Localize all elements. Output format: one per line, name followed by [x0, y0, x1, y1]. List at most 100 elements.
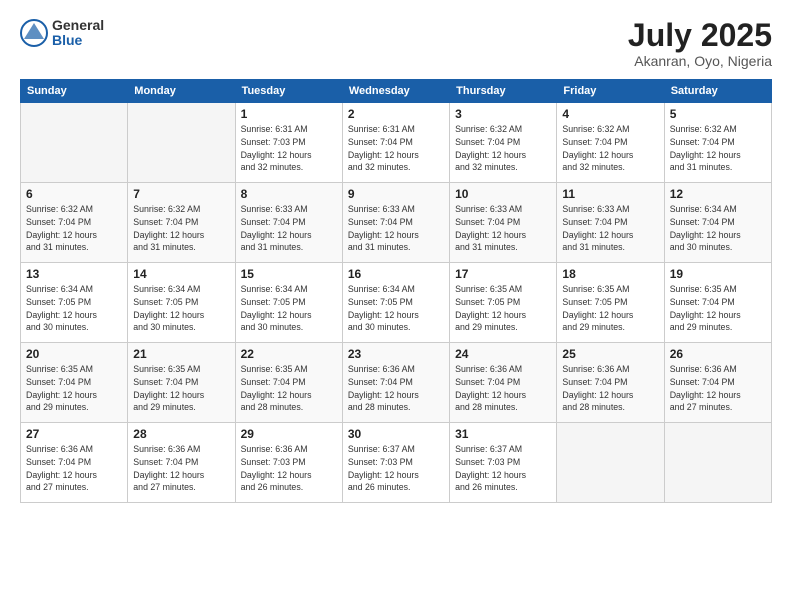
col-wednesday: Wednesday — [342, 80, 449, 103]
day-info: Sunrise: 6:32 AM Sunset: 7:04 PM Dayligh… — [26, 203, 122, 254]
calendar-cell: 8 Sunrise: 6:33 AM Sunset: 7:04 PM Daylig… — [235, 183, 342, 263]
day-number: 16 — [348, 267, 444, 281]
calendar-cell: 10Sunrise: 6:33 AM Sunset: 7:04 PM Dayli… — [450, 183, 557, 263]
day-info: Sunrise: 6:36 AM Sunset: 7:04 PM Dayligh… — [562, 363, 658, 414]
day-number: 8 — [241, 187, 337, 201]
calendar-cell: 11 Sunrise: 6:33 AM Sunset: 7:04 PM Dayli… — [557, 183, 664, 263]
day-info: Sunrise: 6:33 AM Sunset: 7:04 PM Dayligh… — [562, 203, 658, 254]
day-info: Sunrise: 6:32 AM Sunset: 7:04 PM Dayligh… — [455, 123, 551, 174]
day-number: 17 — [455, 267, 551, 281]
day-info: Sunrise: 6:36 AM Sunset: 7:04 PM Dayligh… — [455, 363, 551, 414]
day-info: Sunrise: 6:34 AM Sunset: 7:05 PM Dayligh… — [241, 283, 337, 334]
day-info: Sunrise: 6:36 AM Sunset: 7:03 PM Dayligh… — [241, 443, 337, 494]
day-info: Sunrise: 6:35 AM Sunset: 7:04 PM Dayligh… — [241, 363, 337, 414]
col-friday: Friday — [557, 80, 664, 103]
day-info: Sunrise: 6:35 AM Sunset: 7:04 PM Dayligh… — [670, 283, 766, 334]
calendar-cell — [664, 423, 771, 503]
day-info: Sunrise: 6:36 AM Sunset: 7:04 PM Dayligh… — [26, 443, 122, 494]
day-number: 3 — [455, 107, 551, 121]
calendar-cell: 5Sunrise: 6:32 AM Sunset: 7:04 PM Daylig… — [664, 103, 771, 183]
calendar-week-row: 20 Sunrise: 6:35 AM Sunset: 7:04 PM Dayli… — [21, 343, 772, 423]
day-number: 20 — [26, 347, 122, 361]
header: General Blue July 2025 Akanran, Oyo, Nig… — [20, 18, 772, 69]
logo-blue-label: Blue — [52, 33, 104, 48]
day-info: Sunrise: 6:34 AM Sunset: 7:05 PM Dayligh… — [348, 283, 444, 334]
calendar-cell: 13Sunrise: 6:34 AM Sunset: 7:05 PM Dayli… — [21, 263, 128, 343]
day-number: 30 — [348, 427, 444, 441]
col-monday: Monday — [128, 80, 235, 103]
col-thursday: Thursday — [450, 80, 557, 103]
day-number: 6 — [26, 187, 122, 201]
day-info: Sunrise: 6:34 AM Sunset: 7:05 PM Dayligh… — [133, 283, 229, 334]
day-info: Sunrise: 6:35 AM Sunset: 7:04 PM Dayligh… — [26, 363, 122, 414]
calendar-cell: 17 Sunrise: 6:35 AM Sunset: 7:05 PM Dayli… — [450, 263, 557, 343]
calendar-week-row: 6 Sunrise: 6:32 AM Sunset: 7:04 PM Daylig… — [21, 183, 772, 263]
page: General Blue July 2025 Akanran, Oyo, Nig… — [0, 0, 792, 612]
day-number: 14 — [133, 267, 229, 281]
day-info: Sunrise: 6:35 AM Sunset: 7:04 PM Dayligh… — [133, 363, 229, 414]
day-number: 12 — [670, 187, 766, 201]
day-info: Sunrise: 6:32 AM Sunset: 7:04 PM Dayligh… — [562, 123, 658, 174]
calendar-cell: 25 Sunrise: 6:36 AM Sunset: 7:04 PM Dayli… — [557, 343, 664, 423]
calendar-week-row: 1Sunrise: 6:31 AM Sunset: 7:03 PM Daylig… — [21, 103, 772, 183]
calendar-cell: 6 Sunrise: 6:32 AM Sunset: 7:04 PM Daylig… — [21, 183, 128, 263]
calendar-cell: 30Sunrise: 6:37 AM Sunset: 7:03 PM Dayli… — [342, 423, 449, 503]
day-info: Sunrise: 6:37 AM Sunset: 7:03 PM Dayligh… — [455, 443, 551, 494]
day-info: Sunrise: 6:32 AM Sunset: 7:04 PM Dayligh… — [670, 123, 766, 174]
logo-text: General Blue — [52, 18, 104, 49]
day-number: 13 — [26, 267, 122, 281]
logo: General Blue — [20, 18, 104, 49]
day-info: Sunrise: 6:32 AM Sunset: 7:04 PM Dayligh… — [133, 203, 229, 254]
day-number: 28 — [133, 427, 229, 441]
logo-general-label: General — [52, 18, 104, 33]
col-sunday: Sunday — [21, 80, 128, 103]
calendar-cell: 28 Sunrise: 6:36 AM Sunset: 7:04 PM Dayli… — [128, 423, 235, 503]
calendar-cell: 19Sunrise: 6:35 AM Sunset: 7:04 PM Dayli… — [664, 263, 771, 343]
day-info: Sunrise: 6:36 AM Sunset: 7:04 PM Dayligh… — [133, 443, 229, 494]
calendar-cell — [21, 103, 128, 183]
day-number: 4 — [562, 107, 658, 121]
day-number: 11 — [562, 187, 658, 201]
day-info: Sunrise: 6:36 AM Sunset: 7:04 PM Dayligh… — [348, 363, 444, 414]
calendar-cell: 20 Sunrise: 6:35 AM Sunset: 7:04 PM Dayli… — [21, 343, 128, 423]
day-info: Sunrise: 6:33 AM Sunset: 7:04 PM Dayligh… — [241, 203, 337, 254]
logo-icon — [20, 19, 48, 47]
day-number: 27 — [26, 427, 122, 441]
calendar-cell: 4 Sunrise: 6:32 AM Sunset: 7:04 PM Daylig… — [557, 103, 664, 183]
calendar-cell: 31Sunrise: 6:37 AM Sunset: 7:03 PM Dayli… — [450, 423, 557, 503]
calendar-cell: 27 Sunrise: 6:36 AM Sunset: 7:04 PM Dayli… — [21, 423, 128, 503]
calendar-cell: 26 Sunrise: 6:36 AM Sunset: 7:04 PM Dayli… — [664, 343, 771, 423]
calendar-cell: 21 Sunrise: 6:35 AM Sunset: 7:04 PM Dayli… — [128, 343, 235, 423]
title-block: July 2025 Akanran, Oyo, Nigeria — [628, 18, 772, 69]
day-number: 2 — [348, 107, 444, 121]
day-number: 7 — [133, 187, 229, 201]
calendar-cell: 23 Sunrise: 6:36 AM Sunset: 7:04 PM Dayli… — [342, 343, 449, 423]
day-number: 22 — [241, 347, 337, 361]
calendar-cell: 16 Sunrise: 6:34 AM Sunset: 7:05 PM Dayli… — [342, 263, 449, 343]
day-number: 21 — [133, 347, 229, 361]
day-number: 23 — [348, 347, 444, 361]
day-info: Sunrise: 6:33 AM Sunset: 7:04 PM Dayligh… — [455, 203, 551, 254]
day-info: Sunrise: 6:35 AM Sunset: 7:05 PM Dayligh… — [562, 283, 658, 334]
day-number: 25 — [562, 347, 658, 361]
day-number: 26 — [670, 347, 766, 361]
calendar-cell: 15 Sunrise: 6:34 AM Sunset: 7:05 PM Dayli… — [235, 263, 342, 343]
calendar-cell — [128, 103, 235, 183]
col-tuesday: Tuesday — [235, 80, 342, 103]
day-info: Sunrise: 6:36 AM Sunset: 7:04 PM Dayligh… — [670, 363, 766, 414]
day-number: 29 — [241, 427, 337, 441]
day-info: Sunrise: 6:33 AM Sunset: 7:04 PM Dayligh… — [348, 203, 444, 254]
day-number: 18 — [562, 267, 658, 281]
calendar-week-row: 27 Sunrise: 6:36 AM Sunset: 7:04 PM Dayli… — [21, 423, 772, 503]
calendar-cell: 9Sunrise: 6:33 AM Sunset: 7:04 PM Daylig… — [342, 183, 449, 263]
calendar-cell: 12Sunrise: 6:34 AM Sunset: 7:04 PM Dayli… — [664, 183, 771, 263]
day-info: Sunrise: 6:31 AM Sunset: 7:04 PM Dayligh… — [348, 123, 444, 174]
calendar-cell: 22 Sunrise: 6:35 AM Sunset: 7:04 PM Dayli… — [235, 343, 342, 423]
day-number: 1 — [241, 107, 337, 121]
calendar-cell: 1Sunrise: 6:31 AM Sunset: 7:03 PM Daylig… — [235, 103, 342, 183]
day-info: Sunrise: 6:35 AM Sunset: 7:05 PM Dayligh… — [455, 283, 551, 334]
calendar-cell: 18 Sunrise: 6:35 AM Sunset: 7:05 PM Dayli… — [557, 263, 664, 343]
day-number: 15 — [241, 267, 337, 281]
calendar-cell — [557, 423, 664, 503]
calendar-week-row: 13 Sunrise: 6:34 AM Sunset: 7:05 PM Dayli… — [21, 263, 772, 343]
